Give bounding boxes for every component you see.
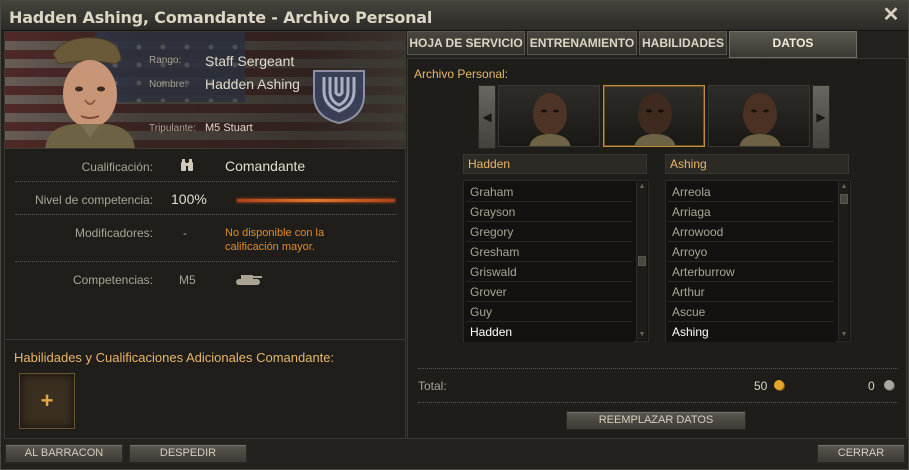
replace-data-button[interactable]: REEMPLAZAR DATOS <box>566 411 746 430</box>
list-item[interactable]: Arroyo <box>666 242 836 262</box>
last-name-list[interactable]: ▲ ▼ Arreola Arriaga Arrowood Arroyo Arterbur… <box>665 180 851 342</box>
competencies-value: M5 <box>179 273 196 287</box>
list-item[interactable]: Grover <box>464 282 634 302</box>
panel-divider <box>5 339 405 340</box>
modifiers-note: No disponible con la calificación mayor. <box>225 226 324 254</box>
to-barracks-button[interactable]: AL BARRACON <box>5 444 123 463</box>
divider-dotted <box>418 402 898 403</box>
personal-data-panel: Archivo Personal: ◀ ▶ Hadden ▲ ▼ Graham … <box>407 58 907 439</box>
list-item[interactable]: Arrowood <box>666 222 836 242</box>
first-name-header: Hadden <box>463 154 647 174</box>
close-button[interactable]: CERRAR <box>817 444 905 463</box>
tab-skills[interactable]: HABILIDADES <box>639 31 727 55</box>
modifiers-value: - <box>183 226 187 240</box>
list-item[interactable]: Guy <box>464 302 634 322</box>
divider-dotted <box>15 214 397 215</box>
first-name-list[interactable]: ▲ ▼ Graham Grayson Gregory Gresham Griswald G… <box>463 180 649 342</box>
list-item[interactable]: Ashing <box>666 322 836 342</box>
competence-bar <box>237 199 395 202</box>
list-item[interactable]: Grayson <box>464 202 634 222</box>
tab-training[interactable]: ENTRENAMIENTO <box>527 31 637 55</box>
list-item[interactable]: Griswald <box>464 262 634 282</box>
list-item[interactable]: Graham <box>464 182 634 202</box>
rank-value: Staff Sergeant <box>205 53 295 69</box>
qualification-value: Comandante <box>225 158 306 174</box>
crew-info-panel: Rango: Staff Sergeant Nombre: Hadden Ash… <box>4 31 406 439</box>
gold-icon <box>774 380 784 390</box>
crew-portrait <box>45 37 135 148</box>
crew-label: Tripulante: <box>149 123 196 134</box>
scroll-up-icon[interactable]: ▲ <box>637 182 647 192</box>
total-label: Total: <box>418 379 447 393</box>
personal-file-title: Archivo Personal: <box>414 67 509 81</box>
rank-chevron-icon <box>313 70 365 125</box>
list-item[interactable]: Arreola <box>666 182 836 202</box>
modifiers-note-line-1: No disponible con la <box>225 227 325 239</box>
crew-hero-banner: Rango: Staff Sergeant Nombre: Hadden Ash… <box>5 32 405 149</box>
scroll-down-icon[interactable]: ▼ <box>637 330 647 340</box>
list-item[interactable]: Gresham <box>464 242 634 262</box>
window-title: Hadden Ashing, Comandante - Archivo Pers… <box>9 8 433 27</box>
binoculars-icon <box>180 158 194 175</box>
divider-dotted <box>15 181 397 182</box>
modifiers-note-line-2: calificación mayor. <box>225 241 315 253</box>
modifiers-label: Modificadores: <box>74 226 153 240</box>
qualification-label: Cualificación: <box>81 160 153 174</box>
scroll-down-icon[interactable]: ▼ <box>839 330 849 340</box>
add-skill-button[interactable]: + <box>19 373 75 429</box>
first-name-scrollbar[interactable]: ▲ ▼ <box>636 182 647 340</box>
portrait-option[interactable] <box>498 85 600 147</box>
window-titlebar[interactable]: Hadden Ashing, Comandante - Archivo Pers… <box>1 1 908 31</box>
scroll-thumb[interactable] <box>840 194 848 204</box>
divider-dotted <box>15 261 397 262</box>
portrait-carousel <box>478 85 834 149</box>
scroll-thumb[interactable] <box>638 256 646 266</box>
crew-vehicle-value: M5 Stuart <box>205 122 253 134</box>
divider-dotted <box>418 368 898 369</box>
list-item[interactable]: Arthur <box>666 282 836 302</box>
list-item[interactable]: Arterburrow <box>666 262 836 282</box>
personal-file-window: Hadden Ashing, Comandante - Archivo Pers… <box>0 0 909 470</box>
competence-label: Nivel de competencia: <box>34 193 153 207</box>
competence-value: 100% <box>171 191 207 207</box>
list-item[interactable]: Arriaga <box>666 202 836 222</box>
name-value: Hadden Ashing <box>205 76 300 92</box>
close-icon[interactable]: ✕ <box>882 4 900 26</box>
list-item[interactable]: Ascue <box>666 302 836 322</box>
tab-personal-data[interactable]: DATOS PERSONALES <box>729 31 857 72</box>
credits-icon <box>884 380 894 390</box>
list-item[interactable]: Hadden <box>464 322 634 342</box>
last-name-scrollbar[interactable]: ▲ ▼ <box>838 182 849 340</box>
list-item[interactable]: Gregory <box>464 222 634 242</box>
portrait-option-selected[interactable] <box>603 85 705 147</box>
additional-skills-title: Habilidades y Cualificaciones Adicionale… <box>14 350 335 365</box>
tank-icon <box>236 275 262 285</box>
total-gold-value: 50 <box>754 379 768 393</box>
name-label: Nombre: <box>149 79 188 90</box>
total-credits-value: 0 <box>868 379 875 393</box>
tab-service-record[interactable]: HOJA DE SERVICIO <box>407 31 525 55</box>
rank-label: Rango: <box>149 55 182 66</box>
portrait-option[interactable] <box>708 85 810 147</box>
last-name-header: Ashing <box>665 154 849 174</box>
scroll-up-icon[interactable]: ▲ <box>839 182 849 192</box>
dismiss-button[interactable]: DESPEDIR <box>129 444 247 463</box>
competencies-label: Competencias: <box>72 273 153 287</box>
